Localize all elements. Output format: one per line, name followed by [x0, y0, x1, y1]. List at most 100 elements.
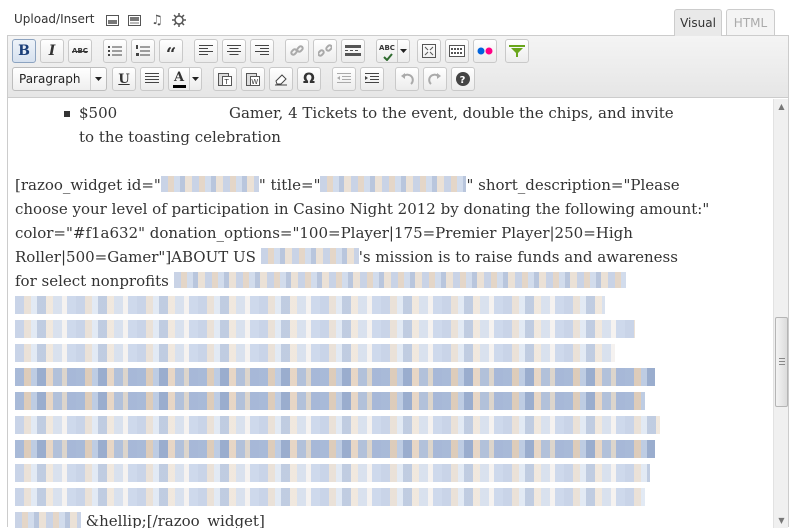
insert-more-button[interactable]: [341, 39, 365, 63]
insert-link-button[interactable]: [285, 39, 309, 63]
more-tag-icon: [345, 45, 361, 56]
shortcode-text: [razoo_widget id=": [15, 176, 161, 194]
eraser-icon: [275, 74, 287, 86]
spellcheck-language-dropdown[interactable]: [398, 39, 410, 63]
fullscreen-button[interactable]: [417, 39, 441, 63]
omega-icon: Ω: [303, 71, 315, 87]
spellcheck-icon: ABC: [379, 44, 395, 52]
media-icon[interactable]: [171, 12, 187, 28]
link-icon: [290, 45, 304, 56]
scroll-down-arrow[interactable]: ▼: [776, 515, 787, 526]
redacted-text: [173, 272, 626, 288]
align-left-icon: [199, 45, 213, 55]
align-center-button[interactable]: [222, 39, 246, 63]
redacted-text: [15, 464, 650, 482]
paste-text-icon: T: [218, 73, 232, 86]
shortcode-line-3: color="#f1a632" donation_options="100=Pl…: [15, 224, 633, 242]
svg-text:T: T: [224, 78, 230, 86]
flickr-icon: [477, 47, 493, 55]
shortcode-text: Roller|500=Gamer"]ABOUT US: [15, 248, 256, 266]
numbered-list-icon: [136, 45, 150, 56]
audio-icon[interactable]: ♫: [149, 12, 165, 28]
paste-as-text-button[interactable]: T: [213, 67, 237, 91]
redacted-text: [15, 440, 655, 458]
indent-button[interactable]: [360, 67, 384, 91]
spellcheck-button[interactable]: ABC: [376, 39, 398, 63]
underline-button[interactable]: U: [112, 67, 136, 91]
tab-html[interactable]: HTML: [726, 9, 775, 36]
tag-button[interactable]: [505, 39, 529, 63]
redacted-text: [15, 368, 655, 386]
bold-button[interactable]: B: [12, 39, 36, 63]
indent-icon: [365, 73, 379, 83]
align-left-button[interactable]: [194, 39, 218, 63]
quote-icon: “: [165, 44, 177, 65]
justify-button[interactable]: [140, 67, 164, 91]
redacted-text: [15, 416, 660, 434]
svg-text:W: W: [251, 78, 258, 86]
grip-line: [779, 361, 785, 362]
scrollbar-thumb[interactable]: [775, 317, 788, 407]
redo-icon: [428, 73, 441, 85]
video-icon[interactable]: [126, 12, 142, 28]
checkmark-icon: [383, 53, 393, 61]
unlink-icon: [318, 44, 332, 57]
italic-button[interactable]: I: [40, 39, 64, 63]
undo-button[interactable]: [395, 67, 419, 91]
grip-line: [779, 358, 785, 359]
bold-icon: B: [18, 43, 30, 59]
shortcode-text: " title=": [258, 176, 321, 194]
toolbar-row-1: B I ABC “ ABC: [8, 39, 788, 65]
strikethrough-button[interactable]: ABC: [68, 39, 92, 63]
shortcode-closing-line: &hellip;[/razoo_widget]: [15, 509, 265, 528]
flickr-button[interactable]: [473, 39, 497, 63]
tab-visual[interactable]: Visual: [674, 9, 722, 36]
bulleted-list-button[interactable]: [103, 39, 127, 63]
media-buttons-row: Upload/Insert ♫ Visual HTML: [0, 0, 797, 36]
format-select[interactable]: Paragraph: [12, 67, 107, 91]
image-icon[interactable]: [104, 12, 120, 28]
bullet-marker: [64, 111, 70, 117]
redacted-text: [15, 392, 645, 410]
undo-icon: [401, 73, 414, 85]
redo-button[interactable]: [423, 67, 447, 91]
redacted-text: [15, 320, 635, 338]
shortcode-line-4: Roller|500=Gamer"]ABOUT US 's mission is…: [15, 245, 678, 269]
paste-from-word-button[interactable]: W: [241, 67, 265, 91]
list-item-text: Gamer, 4 Tickets to the event, double th…: [229, 104, 674, 122]
vertical-scrollbar[interactable]: ▲ ▼: [773, 99, 788, 528]
redacted-text: [160, 176, 259, 192]
editor-content[interactable]: $500 Gamer, 4 Tickets to the event, doub…: [8, 99, 772, 528]
redacted-text: [15, 344, 615, 362]
unlink-button[interactable]: [313, 39, 337, 63]
text-color-swatch: [173, 85, 186, 88]
shortcode-text: for select nonprofits: [15, 272, 169, 290]
numbered-list-button[interactable]: [131, 39, 155, 63]
help-button[interactable]: ?: [451, 67, 475, 91]
redacted-text: [320, 176, 467, 192]
text-color-button[interactable]: A: [168, 67, 190, 91]
text-color-dropdown[interactable]: [190, 67, 202, 91]
editor-toolbar: B I ABC “ ABC Paragraph U A T W Ω ?: [8, 36, 788, 98]
align-right-button[interactable]: [250, 39, 274, 63]
scroll-up-arrow[interactable]: ▲: [776, 101, 787, 112]
justify-icon: [145, 73, 159, 83]
special-character-button[interactable]: Ω: [297, 67, 321, 91]
upload-insert-label: Upload/Insert: [14, 12, 95, 26]
grip-line: [779, 364, 785, 365]
outdent-button[interactable]: [332, 67, 356, 91]
list-item-amount: $500: [79, 104, 118, 122]
shortcode-closing: &hellip;[/razoo_widget]: [85, 512, 265, 528]
svg-text:?: ?: [460, 75, 466, 86]
kitchen-sink-button[interactable]: [445, 39, 469, 63]
strikethrough-icon: ABC: [72, 47, 88, 55]
align-right-icon: [255, 45, 269, 55]
clear-formatting-button[interactable]: [269, 67, 293, 91]
text-color-icon: A: [173, 69, 185, 85]
help-icon: ?: [456, 72, 470, 86]
chevron-down-icon: [90, 68, 106, 90]
bulleted-list-icon: [108, 46, 122, 56]
visual-editor: B I ABC “ ABC Paragraph U A T W Ω ? $500…: [7, 35, 789, 528]
italic-icon: I: [48, 43, 56, 59]
blockquote-button[interactable]: “: [159, 39, 183, 65]
